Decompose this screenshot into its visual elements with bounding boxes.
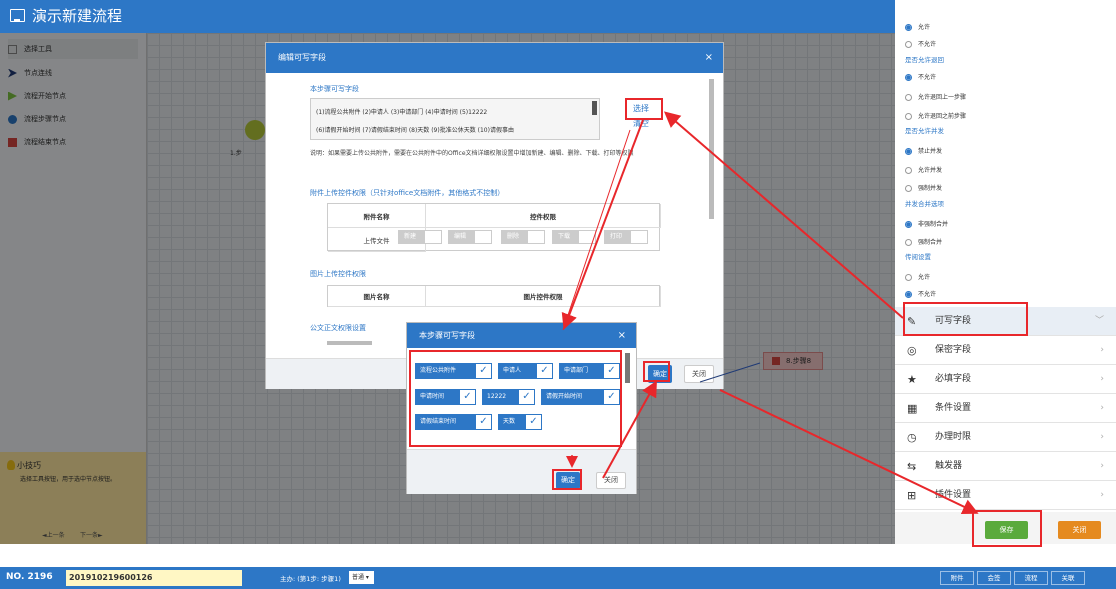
arrow-pick-to-confirm [602,380,657,479]
arrow-confirm-to-step8 [699,362,761,383]
annotation-arrows [561,111,979,515]
arrow-select-to-chips [561,119,644,330]
arrow-clear-to-chips [562,129,631,331]
arrow-accordion-to-select [663,111,904,319]
arrow-confirm-to-save [719,389,979,515]
